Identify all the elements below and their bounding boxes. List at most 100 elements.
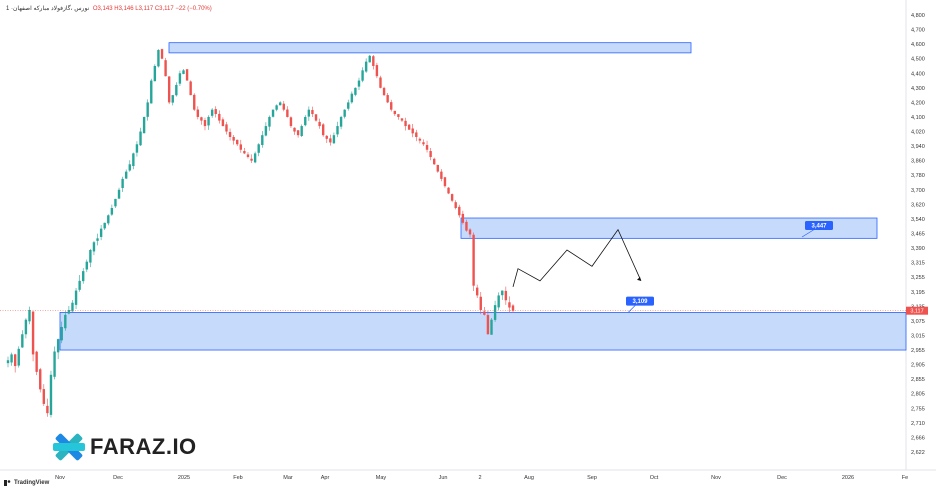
candle-down — [293, 127, 296, 132]
candle-down — [228, 131, 232, 137]
candle-down — [390, 102, 393, 110]
candle-down — [443, 177, 447, 187]
candle-down — [472, 234, 475, 286]
candle-down — [31, 311, 35, 355]
candle-down — [318, 121, 321, 127]
candle-down — [454, 202, 457, 209]
candle-down — [465, 221, 468, 231]
candle-down — [400, 118, 404, 121]
candle-down — [407, 124, 411, 130]
candle-up — [300, 126, 303, 136]
last-price-label: 3,117 — [910, 309, 923, 315]
y-tick-label: 3,315 — [911, 261, 925, 267]
zone-top — [168, 42, 692, 54]
candle-down — [325, 135, 328, 139]
x-axis[interactable]: Nov Dec 2025 Feb Mar Apr May Jun 2 Aug Sep Oct Nov De… — [55, 475, 908, 481]
candle-down — [236, 139, 239, 145]
candle-down — [289, 117, 293, 127]
candle-down — [422, 142, 425, 145]
y-tick-label: 4,300 — [911, 86, 925, 92]
y-axis[interactable]: 4,800 4,700 4,600 4,500 4,400 4,300 4,200 4,100… — [906, 13, 928, 456]
candle-down — [160, 49, 164, 59]
candle-down — [321, 124, 325, 136]
candle-up — [157, 49, 160, 67]
candle-down — [375, 65, 379, 77]
candle-down — [450, 194, 454, 201]
x-tick-label: 2 — [478, 475, 481, 481]
candle-up — [153, 65, 157, 82]
candle-up — [128, 164, 131, 171]
candle-up — [110, 208, 114, 215]
y-tick-label: 2,622 — [911, 450, 925, 456]
candle-up — [501, 290, 504, 296]
y-tick-label: 3,195 — [911, 290, 925, 296]
candle-down — [42, 389, 46, 404]
x-tick-label: Oct — [650, 475, 659, 481]
candle-up — [278, 102, 282, 106]
y-tick-label: 2,955 — [911, 348, 925, 354]
tradingview-badge[interactable]: TradingView — [4, 480, 49, 486]
candle-up — [257, 144, 260, 153]
y-tick-label: 2,805 — [911, 392, 925, 398]
candle-down — [250, 158, 253, 161]
candle-down — [372, 56, 375, 66]
candle-up — [339, 116, 343, 127]
candle-up — [114, 198, 117, 207]
candle-up — [49, 374, 53, 415]
candle-up — [10, 354, 13, 363]
candle-down — [311, 110, 314, 115]
zone-bottom — [59, 312, 907, 351]
candle-down — [458, 206, 461, 216]
candle-down — [329, 138, 332, 143]
candle-down — [382, 87, 386, 96]
candle-down — [433, 158, 436, 165]
candle-up — [117, 189, 121, 199]
x-tick-label: Sep — [587, 475, 597, 481]
x-tick-label: Aug — [524, 475, 534, 481]
candle-down — [200, 117, 203, 121]
faraz-logo: FARAZ.IO — [52, 430, 197, 464]
candle-up — [74, 290, 78, 305]
y-tick-label: 3,860 — [911, 159, 925, 165]
y-tick-label: 4,600 — [911, 42, 925, 48]
candle-up — [354, 87, 357, 95]
candle-up — [96, 238, 99, 241]
y-tick-label: 4,200 — [911, 100, 925, 106]
candle-up — [171, 95, 174, 103]
candle-down — [164, 60, 167, 77]
candle-up — [178, 73, 182, 84]
candle-down — [193, 94, 196, 110]
y-tick-label: 2,905 — [911, 363, 925, 369]
candle-down — [314, 114, 318, 121]
candle-up — [142, 116, 146, 134]
candle-up — [99, 228, 103, 237]
candle-up — [78, 280, 81, 290]
candle-down — [13, 354, 17, 367]
y-tick-label: 3,620 — [911, 202, 925, 208]
y-tick-label: 2,855 — [911, 377, 925, 383]
y-tick-label: 3,255 — [911, 275, 925, 281]
candle-up — [210, 109, 214, 116]
price-chart[interactable]: 4,800 4,700 4,600 4,500 4,400 4,300 4,200 4,100… — [0, 0, 936, 492]
x-tick-label: Feb — [233, 475, 242, 481]
candle-down — [167, 76, 171, 103]
y-tick-label: 3,780 — [911, 173, 925, 179]
candle-up — [53, 351, 56, 377]
candle-down — [425, 145, 429, 150]
candle-up — [71, 302, 74, 312]
candle-up — [21, 334, 24, 348]
ohlc-readout: O3,143 H3,146 L3,117 C3,117 −22 (−0.70%) — [92, 6, 212, 12]
candle-up — [347, 102, 350, 109]
candle-up — [56, 339, 60, 353]
candle-up — [103, 222, 106, 229]
candle-up — [132, 153, 135, 167]
candle-up — [64, 314, 67, 329]
candle-down — [411, 128, 414, 134]
y-tick-label: 3,540 — [911, 217, 925, 223]
x-tick-label: Dec — [113, 475, 123, 481]
candle-up — [107, 215, 110, 224]
candle-down — [379, 77, 382, 88]
candle-down — [296, 130, 300, 136]
x-tick-label: Jun — [439, 475, 448, 481]
candle-up — [207, 116, 210, 126]
